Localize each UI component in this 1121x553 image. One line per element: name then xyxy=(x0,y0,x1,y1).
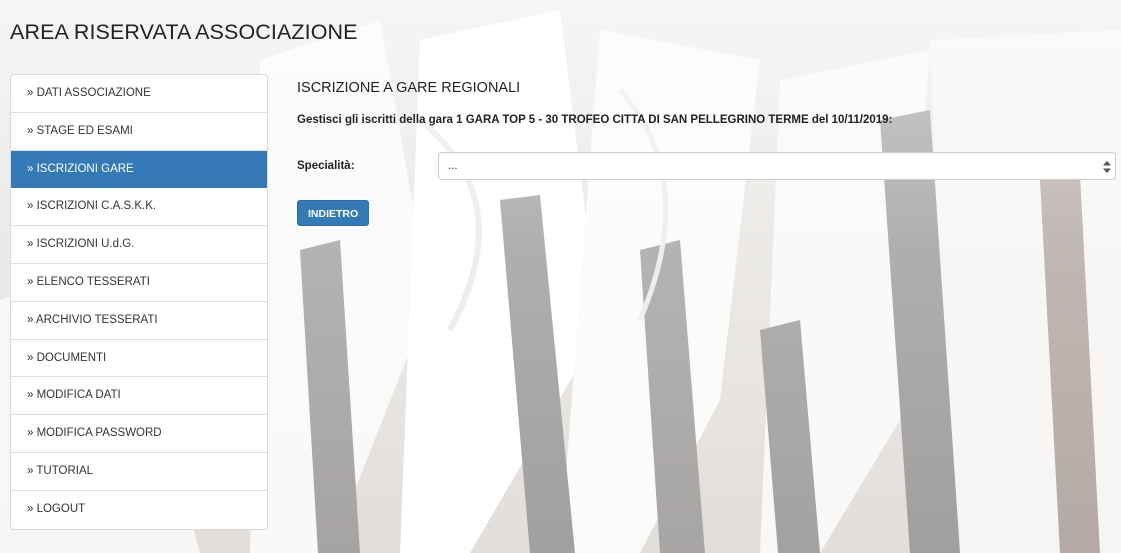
sidebar-item-tutorial[interactable]: » TUTORIAL xyxy=(11,453,267,491)
specialita-select[interactable]: ... xyxy=(438,152,1116,180)
sidebar-item-stage-ed-esami[interactable]: » STAGE ED ESAMI xyxy=(11,113,267,151)
sidebar-menu: » DATI ASSOCIAZIONE» STAGE ED ESAMI» ISC… xyxy=(10,74,268,530)
specialita-label: Specialità: xyxy=(297,160,355,172)
sidebar-item-logout[interactable]: » LOGOUT xyxy=(11,491,267,529)
sidebar-item-documenti[interactable]: » DOCUMENTI xyxy=(11,340,267,378)
sidebar-item-modifica-dati[interactable]: » MODIFICA DATI xyxy=(11,377,267,416)
specialita-selected-value: ... xyxy=(448,160,458,172)
sidebar-item-iscrizioni-c-a-s-k-k[interactable]: » ISCRIZIONI C.A.S.K.K. xyxy=(11,188,267,227)
competition-description: Gestisci gli iscritti della gara 1 GARA … xyxy=(297,114,893,126)
section-title: ISCRIZIONE A GARE REGIONALI xyxy=(297,80,521,96)
specialita-row: Specialità: ... xyxy=(297,152,1119,180)
sidebar-item-elenco-tesserati[interactable]: » ELENCO TESSERATI xyxy=(11,264,267,302)
main-content: ISCRIZIONE A GARE REGIONALI Gestisci gli… xyxy=(297,80,1119,226)
sidebar-item-iscrizioni-u-d-g[interactable]: » ISCRIZIONI U.d.G. xyxy=(11,226,267,264)
page-title: AREA RISERVATA ASSOCIAZIONE xyxy=(10,20,358,44)
sidebar-item-archivio-tesserati[interactable]: » ARCHIVIO TESSERATI xyxy=(11,302,267,340)
sidebar-item-iscrizioni-gare[interactable]: » ISCRIZIONI GARE xyxy=(11,150,267,189)
select-arrows-icon xyxy=(1103,160,1111,173)
back-button[interactable]: INDIETRO xyxy=(297,200,370,226)
sidebar-item-modifica-password[interactable]: » MODIFICA PASSWORD xyxy=(11,415,267,453)
sidebar-item-dati-associazione[interactable]: » DATI ASSOCIAZIONE xyxy=(11,75,267,113)
